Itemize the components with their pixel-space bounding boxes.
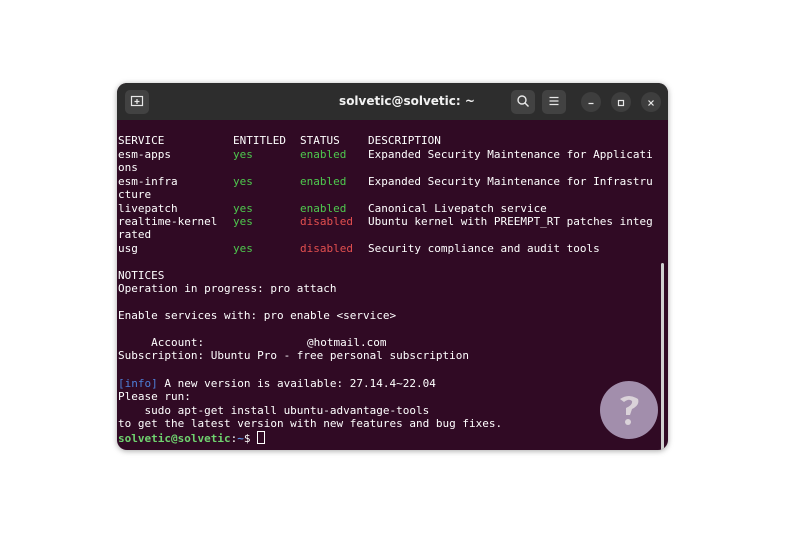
service-name: esm-apps [118,148,171,161]
service-status: enabled [300,148,347,161]
service-name: usg [118,242,138,255]
new-tab-icon [130,93,144,112]
command-line: sudo apt-get install ubuntu-advantage-to… [118,404,430,417]
service-description: Security compliance and audit tools [368,242,600,255]
service-description: Expanded Security Maintenance for Infras… [368,175,653,188]
please-run-line: Please run: [118,390,191,403]
service-name: realtime-kernel [118,215,218,228]
shell-prompt[interactable]: solvetic@solvetic:~$ [118,431,266,445]
header-description: DESCRIPTION [368,134,441,147]
service-name: esm-infra [118,175,178,188]
maximize-icon [616,93,626,112]
enable-hint: Enable services with: pro enable <servic… [118,309,397,322]
service-description: Ubuntu kernel with PREEMPT_RT patches in… [368,215,653,228]
window-title: solvetic@solvetic: ~ [339,94,475,108]
service-entitled: yes [233,175,253,188]
hamburger-menu-icon [547,93,561,112]
close-icon [646,93,656,112]
subscription-line: Subscription: Ubuntu Pro - free personal… [118,349,469,362]
close-button[interactable] [641,92,661,112]
service-status: enabled [300,175,347,188]
prompt-path: ~ [237,432,244,445]
get-latest-line: to get the latest version with new featu… [118,417,503,430]
text-cursor [257,431,266,444]
service-status: enabled [300,202,347,215]
service-status: disabled [300,215,353,228]
search-icon [516,93,530,112]
account-email: @hotmail.com [307,336,387,349]
header-service: SERVICE [118,134,165,147]
notices-title: NOTICES [118,269,165,282]
account-label: Account: [118,336,205,349]
service-description-wrap: rated [118,228,152,241]
terminal-window: solvetic@solvetic: ~ SERVICE ENTITLED ST… [117,83,668,450]
header-entitled: ENTITLED [233,134,286,147]
service-description: Expanded Security Maintenance for Applic… [368,148,653,161]
minimize-icon [586,93,596,112]
service-entitled: yes [233,148,253,161]
scrollbar[interactable] [661,263,664,450]
notice-line: Operation in progress: pro attach [118,282,337,295]
watermark-logo [600,381,658,439]
prompt-symbol: $ [243,432,258,445]
title-bar[interactable]: solvetic@solvetic: ~ [117,83,668,120]
service-entitled: yes [233,202,253,215]
search-button[interactable] [511,90,535,114]
service-status: disabled [300,242,353,255]
service-description-wrap: cture [118,188,152,201]
header-status: STATUS [300,134,340,147]
service-description: Canonical Livepatch service [368,202,547,215]
menu-button[interactable] [542,90,566,114]
service-entitled: yes [233,242,253,255]
info-tag: [info] [118,377,158,390]
maximize-button[interactable] [611,92,631,112]
service-entitled: yes [233,215,253,228]
info-line: [info] A new version is available: 27.14… [118,377,436,390]
terminal-output[interactable]: SERVICE ENTITLED STATUS DESCRIPTION esm-… [117,120,668,450]
info-text: A new version is available: 27.14.4~22.0… [157,377,436,390]
service-name: livepatch [118,202,178,215]
prompt-user: solvetic@solvetic [118,432,231,445]
minimize-button[interactable] [581,92,601,112]
service-description-wrap: ons [118,161,138,174]
new-tab-button[interactable] [125,90,149,114]
